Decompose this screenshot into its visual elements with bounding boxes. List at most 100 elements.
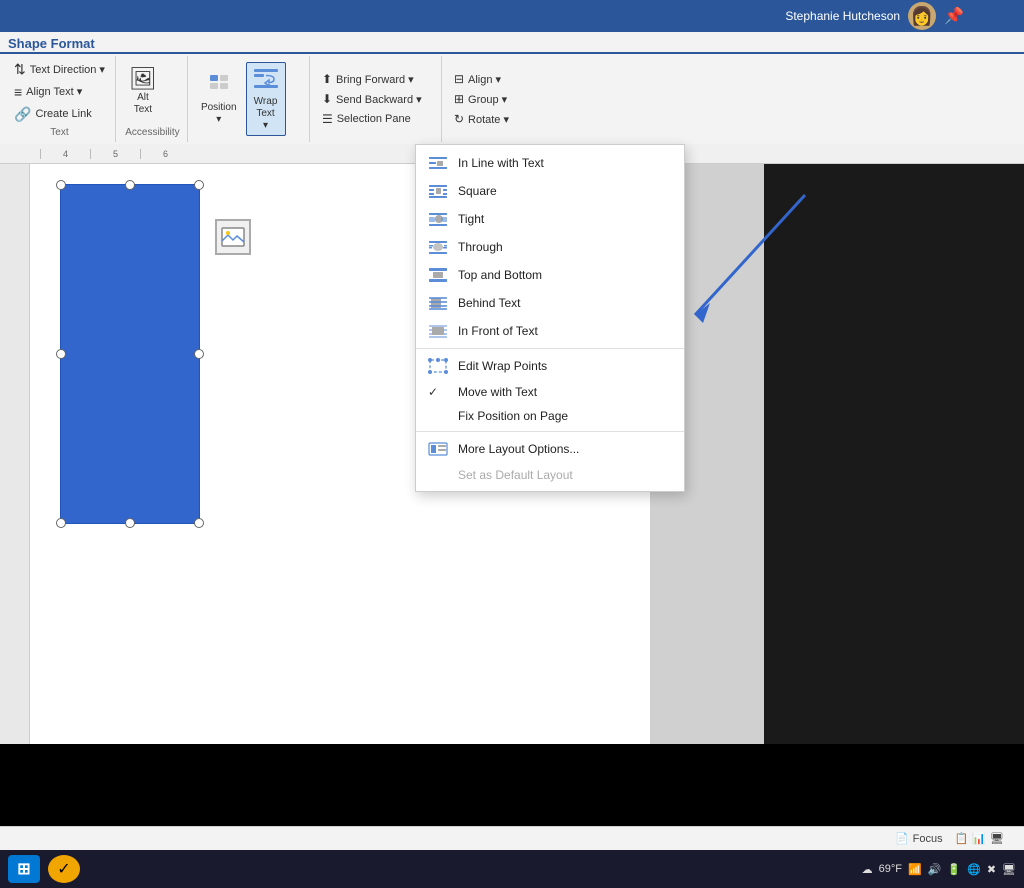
rotate-label: Rotate ▾: [468, 113, 509, 126]
shape-handle-mid-left[interactable]: [56, 349, 66, 359]
more-layout-label: More Layout Options...: [458, 442, 579, 456]
shape-handle-bottom-right[interactable]: [194, 518, 204, 528]
left-margin: [0, 164, 30, 744]
square-icon: [428, 182, 448, 200]
create-link-icon: 🔗: [14, 106, 31, 123]
rotate-button[interactable]: ↻ Rotate ▾: [450, 110, 513, 128]
menu-item-set-default: Set as Default Layout: [416, 463, 684, 487]
send-backward-button[interactable]: ⬇ Send Backward ▾: [318, 90, 426, 108]
rotate-icon: ↻: [454, 112, 464, 126]
taskbar-system: ☁ 69°F 📶 🔊 🔋 🌐 ✖ 🖥: [862, 863, 1016, 876]
shape-handle-top-right[interactable]: [194, 180, 204, 190]
in-front-of-text-icon: [428, 322, 448, 340]
battery-icon: 🔋: [947, 863, 961, 876]
shape-handle-top-mid[interactable]: [125, 180, 135, 190]
menu-item-through[interactable]: Through: [416, 233, 684, 261]
in-front-of-text-label: In Front of Text: [458, 324, 538, 338]
ribbon-group-arrange2: ⬆ Bring Forward ▾ ⬇ Send Backward ▾ ☰ Se…: [312, 56, 442, 142]
title-bar: Stephanie Hutcheson 👩 📌: [0, 0, 1024, 32]
position-button[interactable]: Position ▾: [196, 69, 242, 129]
taskbar-check-app[interactable]: ✓: [48, 855, 80, 883]
menu-item-in-front-of-text[interactable]: In Front of Text: [416, 317, 684, 345]
menu-item-square[interactable]: Square: [416, 177, 684, 205]
create-link-label: Create Link: [35, 108, 91, 120]
ruler-mark-6: 6: [140, 149, 190, 159]
menu-item-top-and-bottom[interactable]: Top and Bottom: [416, 261, 684, 289]
wrap-text-button[interactable]: WrapText ▾: [246, 62, 286, 136]
alt-text-button[interactable]: 🖼 AltText: [124, 65, 162, 119]
shape-handle-top-left[interactable]: [56, 180, 66, 190]
position-label: Position: [201, 102, 237, 114]
align-text-label: Align Text ▾: [26, 85, 82, 98]
ruler-marks: 4 5 6: [40, 149, 190, 159]
text-group-content: ⇅ Text Direction ▾ ≡ Align Text ▾ 🔗 Crea…: [10, 58, 109, 125]
text-group-label: Text: [10, 127, 109, 140]
tight-icon: [428, 210, 448, 228]
volume-icon: 🔊: [928, 863, 942, 876]
group-button[interactable]: ⊞ Group ▾: [450, 90, 513, 108]
position-icon: [207, 72, 231, 100]
inline-with-text-icon: [428, 154, 448, 172]
menu-item-inline-with-text[interactable]: In Line with Text: [416, 149, 684, 177]
selection-pane-button[interactable]: ☰ Selection Pane: [318, 110, 426, 128]
avatar[interactable]: 👩: [908, 2, 936, 30]
separator-1: [416, 348, 684, 349]
group-icon: ⊞: [454, 92, 464, 106]
focus-status[interactable]: 📄 Focus: [895, 832, 943, 845]
create-link-button[interactable]: 🔗 Create Link: [10, 104, 109, 125]
position-arrow: ▾: [216, 114, 221, 126]
tight-label: Tight: [458, 212, 484, 226]
shape-handle-bottom-mid[interactable]: [125, 518, 135, 528]
text-direction-button[interactable]: ⇅ Text Direction ▾: [10, 59, 109, 80]
pin-icon[interactable]: 📌: [944, 6, 964, 26]
view-icon-1[interactable]: 📋: [955, 832, 969, 845]
align-text-button[interactable]: ≡ Align Text ▾: [10, 82, 109, 102]
ribbon-group-arrange3: ⊟ Align ▾ ⊞ Group ▾ ↻ Rotate ▾: [444, 56, 544, 142]
taskbar: ⊞ ✓ ☁ 69°F 📶 🔊 🔋 🌐 ✖ 🖥: [0, 850, 1024, 888]
wrap-text-dropdown: In Line with Text Square: [415, 144, 685, 492]
view-icons: 📋 📊 🖥: [955, 832, 1004, 845]
menu-item-edit-wrap-points[interactable]: Edit Wrap Points: [416, 352, 684, 380]
view-icon-2[interactable]: 📊: [972, 832, 986, 845]
right-dark-area: [764, 164, 1024, 744]
alt-text-icon: 🖼: [129, 68, 157, 90]
align-icon: ⊟: [454, 72, 464, 86]
ribbon-group-accessibility: 🖼 AltText Accessibility: [118, 56, 188, 142]
alt-text-label: AltText: [134, 92, 152, 116]
ruler-mark-5: 5: [90, 149, 140, 159]
text-buttons: ⇅ Text Direction ▾ ≡ Align Text ▾ 🔗 Crea…: [10, 59, 109, 125]
bring-forward-button[interactable]: ⬆ Bring Forward ▾: [318, 70, 426, 88]
inline-with-text-label: In Line with Text: [458, 156, 544, 170]
arrange3-buttons: ⊟ Align ▾ ⊞ Group ▾ ↻ Rotate ▾: [450, 70, 513, 128]
user-name: Stephanie Hutcheson: [785, 9, 900, 23]
shape-handle-bottom-left[interactable]: [56, 518, 66, 528]
arrange2-group-content: ⬆ Bring Forward ▾ ⬇ Send Backward ▾ ☰ Se…: [318, 58, 435, 140]
status-bar: 📄 Focus 📋 📊 🖥: [0, 826, 1024, 850]
focus-label: Focus: [913, 833, 943, 845]
view-icon-3[interactable]: 🖥: [990, 832, 1004, 845]
set-default-label: Set as Default Layout: [458, 468, 573, 482]
arrange-group-content: Position ▾ WrapText ▾: [196, 58, 303, 140]
align-text-icon: ≡: [14, 84, 22, 100]
move-with-text-check: ✓: [428, 385, 444, 399]
menu-item-fix-position[interactable]: Fix Position on Page: [416, 404, 684, 428]
edit-wrap-points-label: Edit Wrap Points: [458, 359, 547, 373]
bring-forward-label: Bring Forward ▾: [336, 73, 414, 86]
align-button[interactable]: ⊟ Align ▾: [450, 70, 513, 88]
menu-item-move-with-text[interactable]: ✓ Move with Text: [416, 380, 684, 404]
shape-format-tab[interactable]: Shape Format: [0, 32, 1024, 54]
blue-rectangle-shape[interactable]: [60, 184, 200, 524]
menu-item-tight[interactable]: Tight: [416, 205, 684, 233]
through-label: Through: [458, 240, 503, 254]
shape-handle-mid-right[interactable]: [194, 349, 204, 359]
top-and-bottom-label: Top and Bottom: [458, 268, 542, 282]
ribbon: ⇅ Text Direction ▾ ≡ Align Text ▾ 🔗 Crea…: [0, 54, 1024, 144]
start-button[interactable]: ⊞: [8, 855, 40, 883]
more-layout-icon: [428, 440, 448, 458]
wrap-text-arrow: ▾: [263, 120, 268, 132]
focus-icon: 📄: [895, 832, 909, 845]
menu-item-behind-text[interactable]: Behind Text: [416, 289, 684, 317]
taskbar-icon-2: ✖: [987, 863, 996, 876]
menu-item-more-layout[interactable]: More Layout Options...: [416, 435, 684, 463]
send-backward-icon: ⬇: [322, 92, 332, 106]
